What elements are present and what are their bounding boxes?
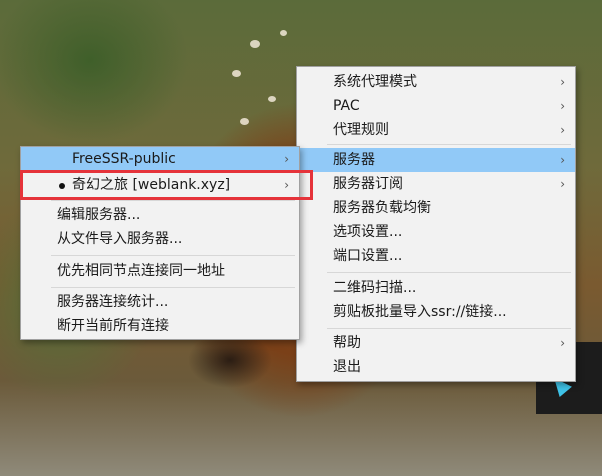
menu-item-options[interactable]: 选项设置... [297,220,575,244]
menu-item-label: 优先相同节点连接同一地址 [57,263,225,279]
chevron-right-icon: › [560,123,565,137]
menu-item-label: 系统代理模式 [333,74,417,90]
submenu-item-freessr-public[interactable]: FreeSSR-public › [21,147,299,171]
menu-separator [51,287,295,288]
tray-context-menu: 系统代理模式 › PAC › 代理规则 › 服务器 › 服务器订阅 › 服务器负… [296,66,576,382]
annotation-highlight-box [20,170,313,200]
menu-item-label: 服务器 [333,152,375,168]
submenu-item-connection-stats[interactable]: 服务器连接统计... [21,290,299,314]
menu-item-system-proxy-mode[interactable]: 系统代理模式 › [297,70,575,94]
menu-separator [327,144,571,145]
chevron-right-icon: › [560,177,565,191]
menu-item-label: PAC [333,98,360,114]
menu-item-label: 端口设置... [333,248,403,264]
menu-item-clipboard-import[interactable]: 剪贴板批量导入ssr://链接... [297,300,575,324]
submenu-item-disconnect-all[interactable]: 断开当前所有连接 [21,314,299,338]
menu-item-proxy-rules[interactable]: 代理规则 › [297,118,575,142]
menu-item-label: 服务器连接统计... [57,294,169,310]
menu-item-label: 编辑服务器... [57,207,141,223]
deer-spot [240,118,249,125]
chevron-right-icon: › [284,152,289,166]
menu-separator [327,328,571,329]
deer-spot [268,96,276,102]
menu-item-qr-scan[interactable]: 二维码扫描... [297,276,575,300]
chevron-right-icon: › [560,336,565,350]
menu-item-label: 服务器负载均衡 [333,200,431,216]
menu-item-label: 二维码扫描... [333,280,417,296]
menu-separator [51,255,295,256]
menu-item-label: 从文件导入服务器... [57,231,183,247]
chevron-right-icon: › [560,153,565,167]
menu-item-label: 断开当前所有连接 [57,318,169,334]
submenu-item-same-host-same-node[interactable]: 优先相同节点连接同一地址 [21,259,299,283]
menu-item-servers[interactable]: 服务器 › [297,148,575,172]
menu-separator [327,272,571,273]
menu-item-label: 服务器订阅 [333,176,403,192]
chevron-right-icon: › [560,99,565,113]
deer-spot [250,40,260,48]
menu-item-help[interactable]: 帮助 › [297,331,575,355]
menu-separator [51,200,295,201]
menu-item-label: 帮助 [333,335,361,351]
menu-item-label: FreeSSR-public [72,151,176,167]
menu-item-label: 代理规则 [333,122,389,138]
menu-item-port-settings[interactable]: 端口设置... [297,244,575,268]
menu-item-server-subscription[interactable]: 服务器订阅 › [297,172,575,196]
deer-spot [280,30,287,36]
menu-item-label: 退出 [333,359,361,375]
menu-item-exit[interactable]: 退出 [297,355,575,379]
menu-item-label: 剪贴板批量导入ssr://链接... [333,304,507,320]
submenu-item-import-from-file[interactable]: 从文件导入服务器... [21,227,299,251]
menu-item-pac[interactable]: PAC › [297,94,575,118]
menu-item-load-balance[interactable]: 服务器负载均衡 [297,196,575,220]
submenu-item-edit-servers[interactable]: 编辑服务器... [21,203,299,227]
menu-item-label: 选项设置... [333,224,403,240]
chevron-right-icon: › [560,75,565,89]
deer-spot [232,70,241,77]
